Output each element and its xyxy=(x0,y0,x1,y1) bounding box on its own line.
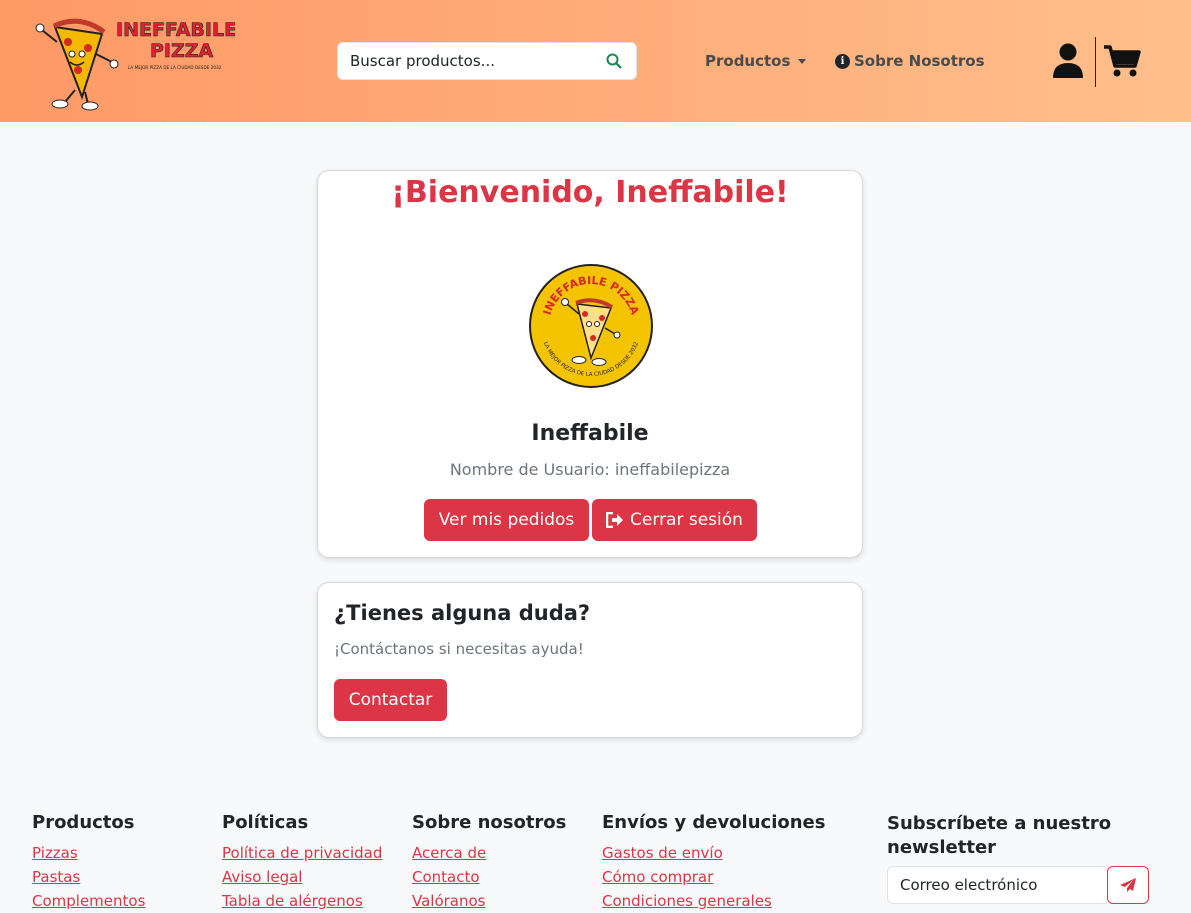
cart-icon[interactable] xyxy=(1103,44,1141,78)
profile-name: Ineffabile xyxy=(531,421,649,446)
help-card: ¿Tienes alguna duda? ¡Contáctanos si nec… xyxy=(317,582,863,738)
svg-text:PIZZA: PIZZA xyxy=(150,40,214,62)
header: INEFFABILE PIZZA LA MEJOR PIZZA DE LA CI… xyxy=(0,0,1191,122)
footer-newsletter: Subscríbete a nuestro newsletter xyxy=(887,812,1149,904)
nav-products-label: Productos xyxy=(705,52,791,70)
view-orders-label: Ver mis pedidos xyxy=(438,510,575,530)
nav-products-dropdown[interactable]: Productos xyxy=(705,52,807,70)
user-icon[interactable] xyxy=(1052,43,1084,79)
brand-logo[interactable]: INEFFABILE PIZZA LA MEJOR PIZZA DE LA CI… xyxy=(30,12,235,112)
footer-link-complementos[interactable]: Complementos xyxy=(32,889,145,913)
footer-link-pastas[interactable]: Pastas xyxy=(32,865,145,889)
nav-about-link[interactable]: i Sobre Nosotros xyxy=(835,52,985,70)
svg-text:INEFFABILE: INEFFABILE xyxy=(116,19,235,41)
logout-button[interactable]: Cerrar sesión xyxy=(592,499,757,541)
logout-label: Cerrar sesión xyxy=(630,510,743,530)
footer-link-about[interactable]: Acerca de xyxy=(412,841,566,865)
contact-button[interactable]: Contactar xyxy=(334,679,447,721)
footer-about-title: Sobre nosotros xyxy=(412,812,567,833)
paper-plane-icon xyxy=(1120,878,1136,892)
welcome-title: ¡Bienvenido, Ineffabile! xyxy=(391,175,789,210)
info-icon: i xyxy=(835,53,850,69)
profile-avatar: INEFFABILE PIZZA LA MEJOR PIZZA DE LA CI… xyxy=(529,264,653,388)
footer-policies-title: Políticas xyxy=(222,812,309,833)
help-text: ¡Contáctanos si necesitas ayuda! xyxy=(334,640,584,658)
sign-out-icon xyxy=(606,512,624,528)
newsletter-submit-button[interactable] xyxy=(1107,866,1149,904)
footer-link-legal[interactable]: Aviso legal xyxy=(222,865,382,889)
welcome-card: ¡Bienvenido, Ineffabile! INEFFABILE PIZZ… xyxy=(317,170,863,558)
footer-link-how-to-buy[interactable]: Cómo comprar xyxy=(602,865,825,889)
header-divider xyxy=(1095,37,1096,87)
footer-link-rate[interactable]: Valóranos xyxy=(412,889,566,913)
footer-about: Sobre nosotros Acerca de Contacto Valóra… xyxy=(412,812,566,913)
footer-link-shipping-costs[interactable]: Gastos de envío xyxy=(602,841,825,865)
footer-link-contact[interactable]: Contacto xyxy=(412,865,566,889)
footer-link-privacy[interactable]: Política de privacidad xyxy=(222,841,382,865)
footer-shipping: Envíos y devoluciones Gastos de envío Có… xyxy=(602,812,825,913)
footer-products: Productos Pizzas Pastas Complementos xyxy=(32,812,145,913)
profile-username: Nombre de Usuario: ineffabilepizza xyxy=(449,460,731,479)
search-icon[interactable] xyxy=(604,51,624,71)
newsletter-form xyxy=(887,866,1149,904)
footer-link-pizzas[interactable]: Pizzas xyxy=(32,841,145,865)
svg-text:LA MEJOR PIZZA DE LA CIUDAD DE: LA MEJOR PIZZA DE LA CIUDAD DESDE 2032 xyxy=(128,65,222,70)
contact-label: Contactar xyxy=(348,690,433,710)
footer-link-allergens[interactable]: Tabla de alérgenos xyxy=(222,889,382,913)
search-bar xyxy=(337,42,637,80)
newsletter-title: Subscríbete a nuestro newsletter xyxy=(887,813,1112,858)
footer-products-title: Productos xyxy=(32,812,135,833)
search-input[interactable] xyxy=(350,52,604,70)
nav-about-label: Sobre Nosotros xyxy=(854,52,985,70)
view-orders-button[interactable]: Ver mis pedidos xyxy=(424,499,589,541)
footer-link-conditions[interactable]: Condiciones generales xyxy=(602,889,825,913)
caret-down-icon xyxy=(798,58,807,64)
help-title: ¿Tienes alguna duda? xyxy=(334,601,591,625)
newsletter-email-input[interactable] xyxy=(887,866,1107,904)
footer-policies: Políticas Política de privacidad Aviso l… xyxy=(222,812,382,913)
footer-shipping-title: Envíos y devoluciones xyxy=(602,812,826,833)
